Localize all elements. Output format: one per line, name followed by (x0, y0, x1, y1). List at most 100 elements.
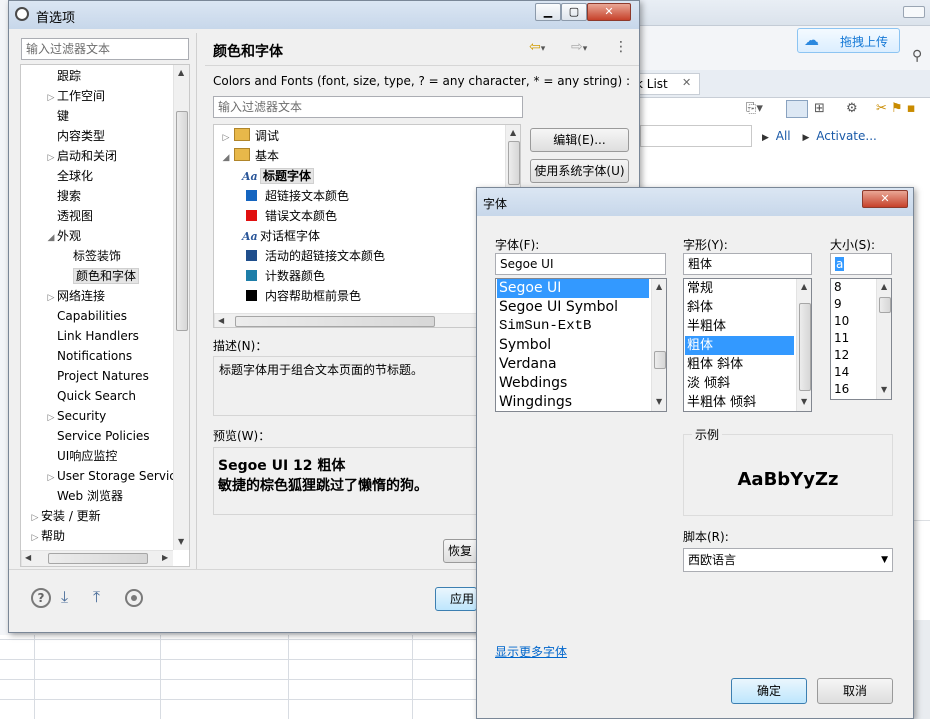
expand-arrow-icon[interactable]: ▷ (45, 408, 57, 428)
list-item[interactable]: Wingdings (497, 393, 649, 411)
tree-item[interactable]: ▷ 网络连接 (21, 286, 105, 306)
tree-item[interactable]: UI响应监控 (21, 446, 117, 466)
list-item[interactable]: Verdana (497, 355, 649, 374)
font-name-input[interactable]: Segoe UI (495, 253, 666, 275)
color-tree-item[interactable]: ◢ 基本 (214, 146, 279, 166)
scroll-right-arrow[interactable]: ▶ (162, 553, 168, 562)
close-button[interactable]: ✕ (862, 190, 908, 208)
color-tree-item[interactable]: Aa 对话框字体 (214, 226, 320, 246)
list-item[interactable]: 9 (832, 296, 874, 313)
scroll-thumb[interactable] (799, 303, 811, 391)
cancel-button[interactable]: 取消 (817, 678, 893, 704)
scroll-left-arrow[interactable]: ◀ (218, 316, 224, 325)
color-tree-item[interactable]: 错误文本颜色 (214, 206, 337, 226)
sync-icon[interactable]: ⚙ (846, 101, 858, 116)
record-icon[interactable] (125, 589, 143, 607)
list-item[interactable]: Webdings (497, 374, 649, 393)
font-size-input[interactable]: a (830, 253, 892, 275)
list-item[interactable]: 12 (832, 347, 874, 364)
size-list-scrollbar[interactable]: ▲ ▼ (876, 279, 891, 399)
tree-item[interactable]: 内容类型 (21, 126, 105, 146)
list-item[interactable]: Segoe UI (497, 279, 649, 298)
scroll-left-arrow[interactable]: ◀ (25, 553, 31, 562)
tree-item[interactable]: Web 浏览器 (21, 486, 123, 506)
inner-filter-input[interactable]: 输入过滤器文本 (213, 96, 523, 118)
filter-input[interactable]: 输入过滤器文本 (21, 38, 189, 60)
collapse-icon[interactable] (786, 100, 808, 118)
expand-arrow-icon[interactable]: ▷ (29, 508, 41, 528)
close-button[interactable]: ✕ (587, 3, 631, 21)
tree-item[interactable]: 颜色和字体 (21, 266, 140, 286)
tree-item[interactable]: ▷ 工作空间 (21, 86, 105, 106)
color-tree-item[interactable]: ▷ 调试 (214, 126, 279, 146)
tree-item[interactable]: ▷ 安装 / 更新 (21, 506, 101, 526)
maximize-button[interactable]: ▢ (561, 3, 587, 21)
search-icon[interactable]: ⚲ (912, 48, 922, 64)
tree-item[interactable]: Project Natures (21, 366, 149, 386)
close-icon[interactable]: ✕ (682, 76, 691, 89)
list-item[interactable]: 16 (832, 381, 874, 398)
color-tree-item[interactable]: 超链接文本颜色 (214, 186, 349, 206)
list-item[interactable]: 粗体 斜体 (685, 355, 794, 374)
tree-item[interactable]: Quick Search (21, 386, 136, 406)
hscroll-thumb[interactable] (235, 316, 435, 327)
tree-item[interactable]: ▷ 启动和关闭 (21, 146, 117, 166)
tree-item[interactable]: ▷ 帮助 (21, 526, 65, 546)
list-item[interactable]: 8 (832, 279, 874, 296)
link-all[interactable]: All (776, 129, 791, 143)
scroll-thumb[interactable] (654, 351, 666, 369)
scroll-up-arrow[interactable]: ▲ (510, 128, 516, 137)
font-style-input[interactable]: 粗体 (683, 253, 812, 275)
scroll-up-arrow[interactable]: ▲ (178, 68, 184, 77)
task-filter-input[interactable] (640, 125, 752, 147)
tree-item[interactable]: Notifications (21, 346, 132, 366)
scroll-thumb[interactable] (508, 141, 520, 185)
back-arrow-icon[interactable]: ⇦▾ (529, 39, 545, 55)
tree-item[interactable]: 标签装饰 (21, 246, 121, 266)
color-tree-item[interactable]: 计数器颜色 (214, 266, 325, 286)
expand-arrow-icon[interactable]: ▷ (45, 468, 57, 488)
list-item[interactable]: 11 (832, 330, 874, 347)
expand-arrow-icon[interactable]: ▷ (45, 288, 57, 308)
use-system-font-button[interactable]: 使用系统字体(U) (530, 159, 629, 183)
expand-arrow-icon[interactable]: ◢ (220, 148, 232, 168)
tree-horizontal-scrollbar[interactable]: ◀ ▶ (21, 550, 173, 566)
scroll-thumb[interactable] (879, 297, 891, 313)
scroll-down-arrow[interactable]: ▼ (178, 537, 184, 546)
expand-arrow-icon[interactable]: ◢ (45, 228, 57, 248)
list-item[interactable]: 半粗体 倾斜 (685, 393, 794, 411)
color-tree-hscroll[interactable]: ◀ (214, 313, 505, 327)
list-item[interactable]: Symbol (497, 336, 649, 355)
filter-icon[interactable]: ✂ ⚑ ▪ (876, 101, 916, 116)
ok-button[interactable]: 确定 (731, 678, 807, 704)
show-more-fonts-link[interactable]: 显示更多字体 (495, 643, 567, 660)
list-item[interactable]: 14 (832, 364, 874, 381)
minimize-button[interactable]: ▁ (535, 3, 561, 21)
expand-arrow-icon[interactable]: ▷ (45, 148, 57, 168)
list-item[interactable]: 淡 倾斜 (685, 374, 794, 393)
tree-item[interactable]: ▷ User Storage Servic (21, 466, 173, 486)
list-item[interactable]: 斜体 (685, 298, 794, 317)
color-tree-item[interactable]: 内容帮助框前景色 (214, 286, 361, 306)
color-tree-item[interactable]: Aa 标题字体 (214, 166, 315, 186)
list-item[interactable]: 常规 (685, 279, 794, 298)
font-list-scrollbar[interactable]: ▲ ▼ (651, 279, 666, 411)
tab-task-list[interactable]: k List ✕ (636, 73, 700, 95)
help-icon[interactable]: ? (31, 588, 51, 608)
view-menu-icon[interactable]: ⋮ (614, 39, 628, 55)
tree-vertical-scrollbar[interactable]: ▲ ▼ (173, 65, 189, 550)
hscroll-thumb[interactable] (48, 553, 148, 564)
tree-view-icon[interactable]: ⊞ (814, 101, 825, 116)
expand-arrow-icon[interactable]: ▷ (29, 528, 41, 548)
apply-button[interactable]: 应用 (435, 587, 477, 611)
tree-item[interactable]: 键 (21, 106, 69, 126)
import-icon[interactable]: ⤓ (61, 587, 68, 607)
expand-arrow-icon[interactable]: ▷ (220, 128, 232, 148)
color-tree-item[interactable]: 活动的超链接文本颜色 (214, 246, 385, 266)
tree-item[interactable]: 全球化 (21, 166, 93, 186)
splitter[interactable] (196, 33, 197, 569)
list-item[interactable]: 10 (832, 313, 874, 330)
list-item[interactable]: 粗体 (685, 336, 794, 355)
tree-item[interactable]: 搜索 (21, 186, 81, 206)
list-item[interactable]: SimSun-ExtB (497, 317, 649, 336)
